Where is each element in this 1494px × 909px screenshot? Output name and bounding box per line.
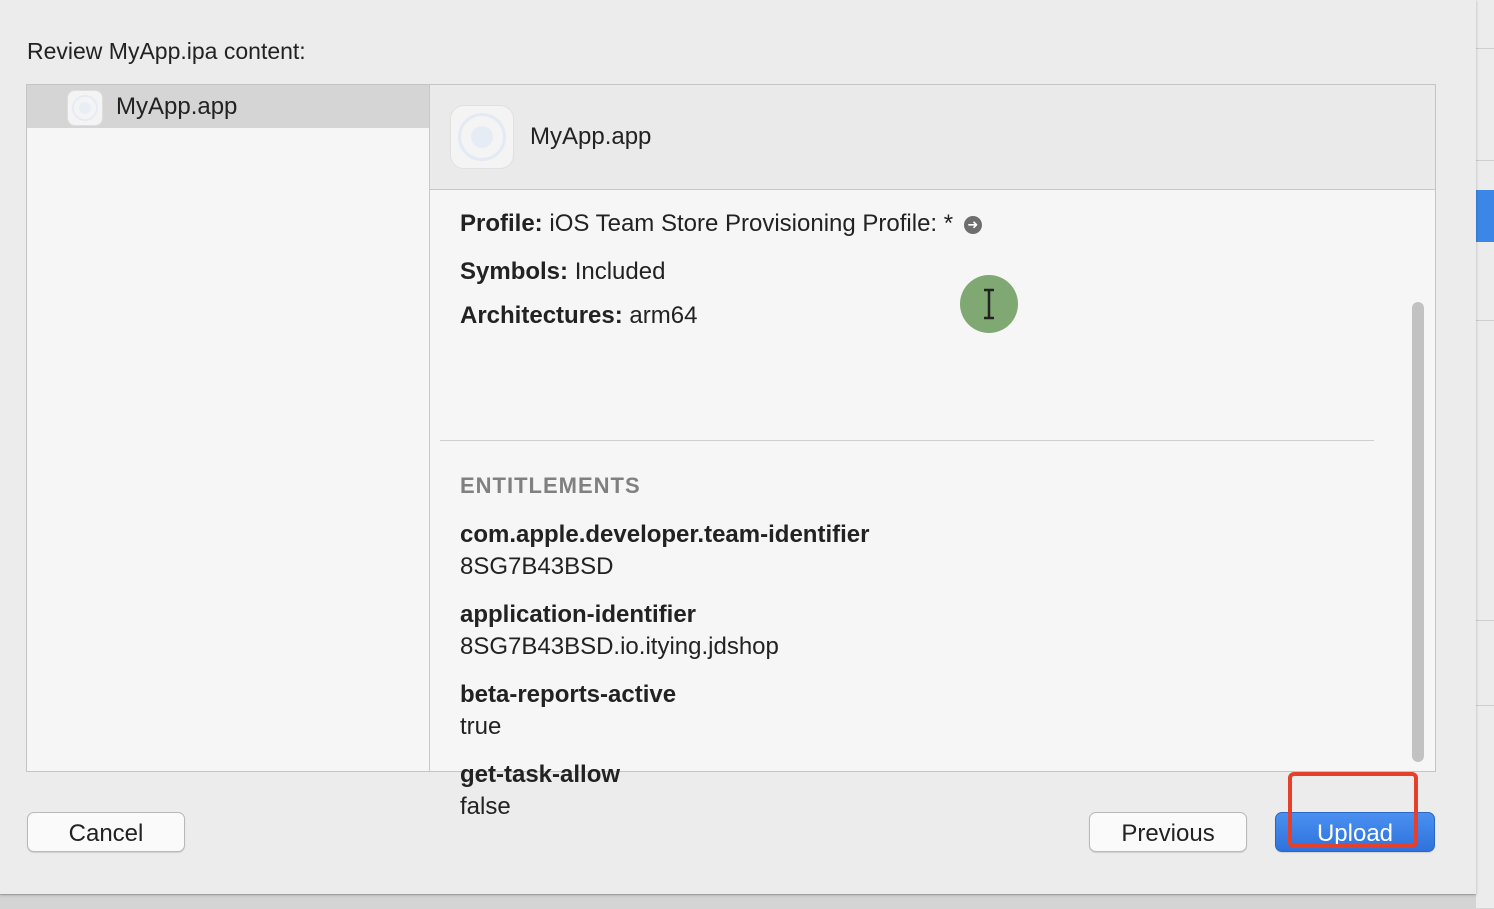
symbols-value: Included: [574, 258, 666, 285]
architectures-label: Architectures:: [460, 302, 623, 329]
detail-header: MyApp.app: [430, 85, 1435, 190]
app-icon: [67, 90, 103, 126]
vertical-scrollbar[interactable]: [1408, 190, 1430, 771]
entitlement-value: 8SG7B43BSD: [460, 553, 614, 580]
text-cursor-icon: [960, 275, 1018, 333]
dialog-title: Review MyApp.ipa content:: [27, 38, 306, 64]
symbols-row: Symbols: Included: [460, 258, 665, 286]
review-dialog: Review MyApp.ipa content: MyApp.app MyAp…: [0, 0, 1476, 894]
bg-divider: [1476, 320, 1494, 321]
scrollbar-thumb[interactable]: [1412, 302, 1424, 762]
section-divider: [440, 440, 1374, 441]
background-window: [1476, 0, 1494, 908]
content-panel: MyApp.app MyApp.app Profile: iOS Team St…: [26, 84, 1436, 820]
bg-blue-button: [1476, 190, 1494, 242]
annotation-highlight: [1288, 772, 1418, 848]
detail-pane: MyApp.app Profile: iOS Team Store Provis…: [430, 85, 1435, 820]
profile-label: Profile:: [460, 210, 543, 237]
profile-value: iOS Team Store Provisioning Profile: *: [549, 210, 954, 237]
profile-row: Profile: iOS Team Store Provisioning Pro…: [460, 210, 982, 238]
sidebar: MyApp.app: [27, 85, 430, 771]
entitlement-value: 8SG7B43BSD.io.itying.jdshop: [460, 633, 779, 660]
entitlement-value: true: [460, 713, 502, 740]
previous-button[interactable]: Previous: [1089, 812, 1247, 852]
background-window-bottom: [0, 894, 1476, 909]
bg-divider: [1476, 620, 1494, 621]
symbols-label: Symbols:: [460, 258, 569, 285]
detail-body[interactable]: Profile: iOS Team Store Provisioning Pro…: [430, 190, 1435, 820]
entitlement-key: beta-reports-active: [460, 681, 677, 708]
arrow-right-circle-icon[interactable]: ➜: [963, 216, 982, 234]
entitlement-key: application-identifier: [460, 601, 697, 628]
entitlements-heading: ENTITLEMENTS: [460, 473, 641, 498]
entitlement-key: com.apple.developer.team-identifier: [460, 521, 870, 548]
entitlement-value: false: [460, 793, 511, 820]
app-icon: [450, 105, 514, 169]
sidebar-item-label: MyApp.app: [116, 93, 238, 120]
sidebar-item-myapp[interactable]: MyApp.app: [27, 85, 429, 128]
bg-divider: [1476, 705, 1494, 706]
entitlement-key: get-task-allow: [460, 761, 621, 788]
architectures-value: arm64: [629, 302, 698, 329]
bg-divider: [1476, 48, 1494, 49]
cancel-button[interactable]: Cancel: [27, 812, 185, 852]
bg-divider: [1476, 160, 1494, 161]
detail-header-title: MyApp.app: [530, 123, 652, 150]
architectures-row: Architectures: arm64: [460, 302, 697, 330]
